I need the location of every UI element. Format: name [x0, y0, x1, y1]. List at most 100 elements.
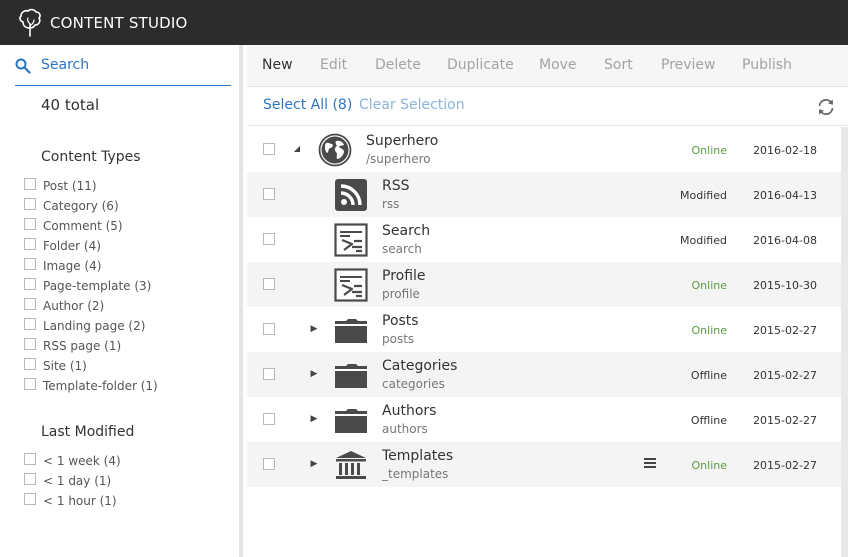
status-badge: Online	[691, 279, 727, 292]
filter-checkbox[interactable]	[24, 258, 36, 270]
item-path: posts	[382, 332, 415, 346]
publish-button[interactable]: Publish	[742, 57, 792, 73]
item-path: rss	[382, 197, 400, 211]
filter-option-content-type[interactable]: Comment (5)	[24, 216, 158, 236]
content-row[interactable]: Profile profile Online 2015-10-30	[247, 262, 841, 307]
modified-date: 2015-02-27	[753, 459, 817, 472]
duplicate-button[interactable]: Duplicate	[447, 57, 514, 73]
item-path: profile	[382, 287, 420, 301]
filter-checkbox[interactable]	[24, 278, 36, 290]
status-badge: Modified	[680, 234, 727, 247]
filter-checkbox[interactable]	[24, 358, 36, 370]
row-checkbox[interactable]	[263, 458, 275, 470]
content-row[interactable]: ▶ Categories categories Offline 2015-02-27	[247, 352, 841, 397]
expand-toggle-icon[interactable]: ▶	[309, 459, 319, 469]
filter-option-label: Author (2)	[43, 299, 105, 313]
total-count: 40 total	[41, 96, 100, 114]
status-badge: Online	[691, 144, 727, 157]
item-name: Profile	[382, 268, 426, 284]
filter-option-content-type[interactable]: Post (11)	[24, 176, 158, 196]
content-row[interactable]: ▶ Templates _templates Online 2015-02-27	[247, 442, 841, 487]
filter-option-last-modified[interactable]: < 1 day (1)	[24, 471, 121, 491]
item-path: categories	[382, 377, 445, 391]
row-checkbox[interactable]	[263, 413, 275, 425]
expand-toggle-icon[interactable]: ▶	[309, 324, 319, 334]
search-input[interactable]: Search	[15, 57, 231, 86]
filter-option-content-type[interactable]: Author (2)	[24, 296, 158, 316]
item-path: _templates	[382, 467, 449, 481]
row-checkbox[interactable]	[263, 233, 275, 245]
filter-option-content-type[interactable]: Site (1)	[24, 356, 158, 376]
content-types-title: Content Types	[41, 149, 141, 165]
page-template-icon	[334, 223, 368, 257]
select-all-link[interactable]: Select All (8)	[263, 97, 352, 113]
modified-date: 2015-02-27	[753, 324, 817, 337]
modified-date: 2015-10-30	[753, 279, 817, 292]
filter-option-last-modified[interactable]: < 1 hour (1)	[24, 491, 121, 511]
content-row[interactable]: ▶ Posts posts Online 2015-02-27	[247, 307, 841, 352]
modified-date: 2016-02-18	[753, 144, 817, 157]
status-badge: Offline	[690, 414, 727, 427]
row-checkbox[interactable]	[263, 143, 275, 155]
status-badge: Online	[691, 324, 727, 337]
filter-option-content-type[interactable]: Folder (4)	[24, 236, 158, 256]
content-row[interactable]: Search search Modified 2016-04-08	[247, 217, 841, 262]
filter-option-label: < 1 hour (1)	[43, 494, 117, 508]
scrollbar[interactable]	[841, 127, 848, 557]
expand-toggle-icon[interactable]: ▶	[309, 369, 319, 379]
content-grid: ◢ Superhero/superhero Online 2016-02-18 RSS r…	[247, 127, 841, 487]
filter-option-content-type[interactable]: Image (4)	[24, 256, 158, 276]
filter-checkbox[interactable]	[24, 238, 36, 250]
tree-logo-icon[interactable]	[17, 8, 43, 38]
content-row[interactable]: ▶ Authors authors Offline 2015-02-27	[247, 397, 841, 442]
filter-option-content-type[interactable]: Landing page (2)	[24, 316, 158, 336]
sort-button[interactable]: Sort	[604, 57, 633, 73]
filter-checkbox[interactable]	[24, 493, 36, 505]
filter-option-last-modified[interactable]: < 1 week (4)	[24, 451, 121, 471]
clear-selection-link[interactable]: Clear Selection	[359, 97, 465, 113]
filter-checkbox[interactable]	[24, 453, 36, 465]
filter-checkbox[interactable]	[24, 378, 36, 390]
status-badge: Modified	[680, 189, 727, 202]
row-checkbox[interactable]	[263, 188, 275, 200]
content-row[interactable]: RSS rss Modified 2016-04-13	[247, 172, 841, 217]
expand-toggle-icon[interactable]: ▶	[309, 414, 319, 424]
move-button[interactable]: Move	[539, 57, 577, 73]
refresh-icon[interactable]	[816, 97, 836, 117]
content-types-list: Post (11) Category (6) Comment (5) Folder (…	[24, 176, 158, 396]
row-checkbox[interactable]	[263, 323, 275, 335]
modified-date: 2015-02-27	[753, 369, 817, 382]
preview-button[interactable]: Preview	[661, 57, 716, 73]
filter-option-label: Category (6)	[43, 199, 119, 213]
filter-option-label: Landing page (2)	[43, 319, 146, 333]
collapse-toggle-icon[interactable]: ◢	[292, 144, 302, 154]
filter-checkbox[interactable]	[24, 198, 36, 210]
modified-date: 2015-02-27	[753, 414, 817, 427]
filter-checkbox[interactable]	[24, 338, 36, 350]
content-row[interactable]: ◢ Superhero/superhero Online 2016-02-18	[247, 127, 841, 172]
delete-button[interactable]: Delete	[375, 57, 421, 73]
filter-checkbox[interactable]	[24, 178, 36, 190]
filter-option-content-type[interactable]: Category (6)	[24, 196, 158, 216]
edit-button[interactable]: Edit	[320, 57, 347, 73]
folder-icon	[334, 358, 368, 392]
filter-checkbox[interactable]	[24, 473, 36, 485]
new-button[interactable]: New	[262, 57, 293, 73]
page-template-icon	[334, 268, 368, 302]
row-checkbox[interactable]	[263, 368, 275, 380]
item-name: Authors	[382, 403, 437, 419]
filter-checkbox[interactable]	[24, 318, 36, 330]
folder-icon	[334, 313, 368, 347]
last-modified-title: Last Modified	[41, 424, 135, 440]
filter-checkbox[interactable]	[24, 298, 36, 310]
menu-icon[interactable]	[644, 457, 656, 469]
filter-option-content-type[interactable]: Template-folder (1)	[24, 376, 158, 396]
row-checkbox[interactable]	[263, 278, 275, 290]
filter-option-content-type[interactable]: Page-template (3)	[24, 276, 158, 296]
filter-option-content-type[interactable]: RSS page (1)	[24, 336, 158, 356]
item-name: Categories	[382, 358, 458, 374]
filter-checkbox[interactable]	[24, 218, 36, 230]
filter-option-label: Comment (5)	[43, 219, 123, 233]
modified-date: 2016-04-13	[753, 189, 817, 202]
filter-option-label: Image (4)	[43, 259, 102, 273]
